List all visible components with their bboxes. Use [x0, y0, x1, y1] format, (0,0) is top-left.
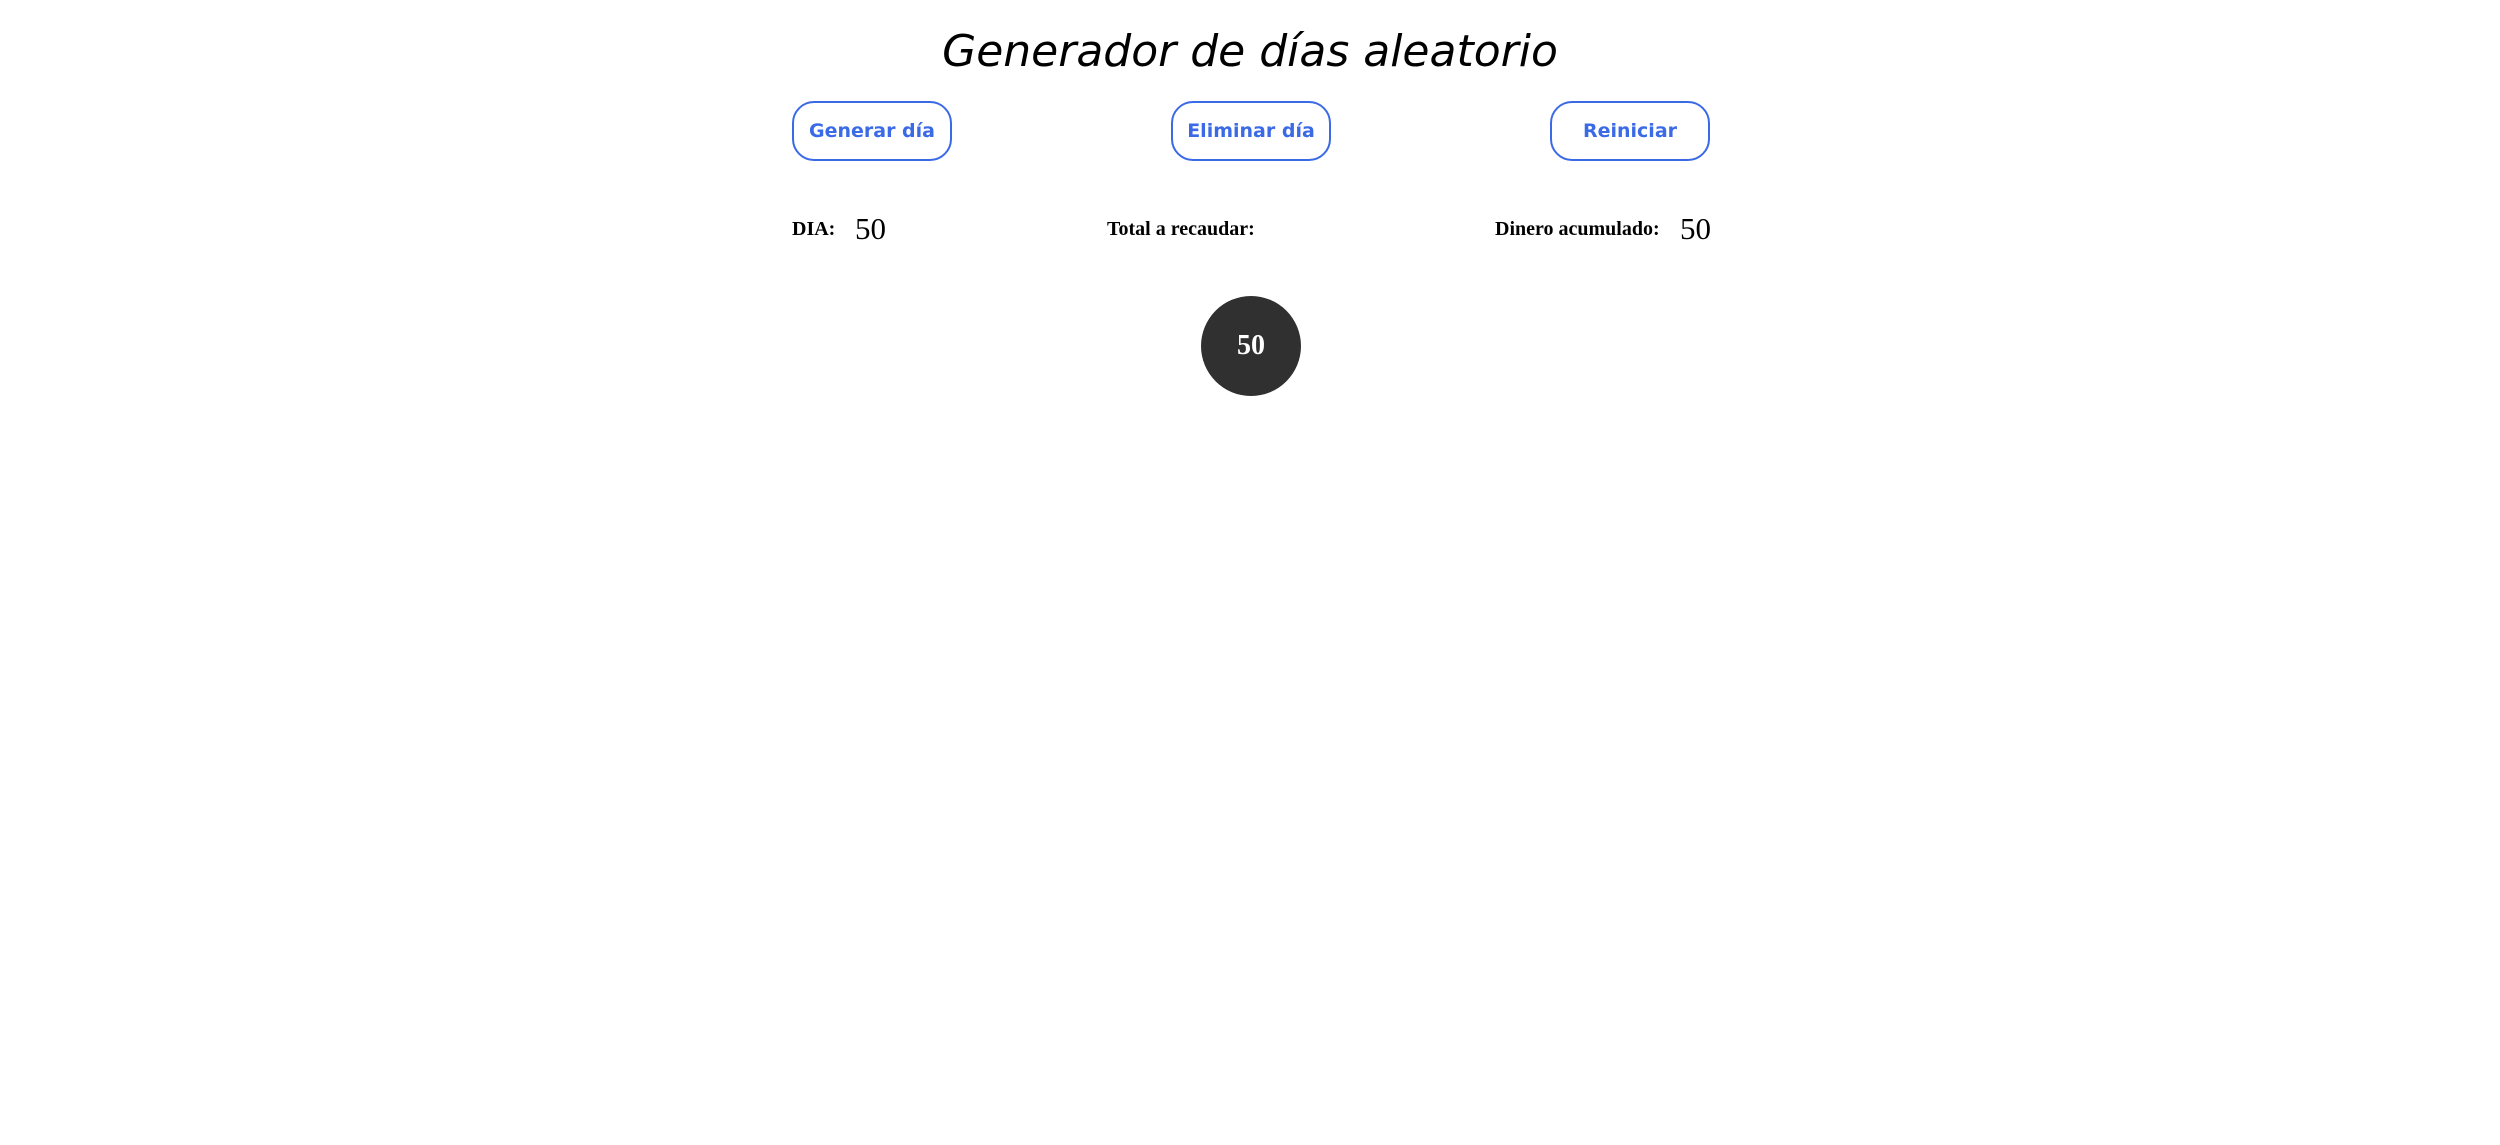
total-to-collect-label: Total a recaudar: — [1107, 218, 1255, 240]
generate-day-button[interactable]: Generar día — [792, 101, 952, 161]
reset-button[interactable]: Reiniciar — [1550, 101, 1710, 161]
remove-day-button[interactable]: Eliminar día — [1171, 101, 1331, 161]
generated-day-ball: 50 — [1201, 296, 1301, 396]
page: Generador de días aleatorio Generar día … — [0, 0, 2500, 1145]
page-title: Generador de días aleatorio — [942, 26, 1558, 77]
accumulated-money-value: 50 — [1680, 211, 1711, 246]
day-value: 50 — [855, 211, 886, 246]
day-label: DIA: — [792, 218, 836, 240]
accumulated-money-label: Dinero acumulado: — [1495, 218, 1660, 240]
